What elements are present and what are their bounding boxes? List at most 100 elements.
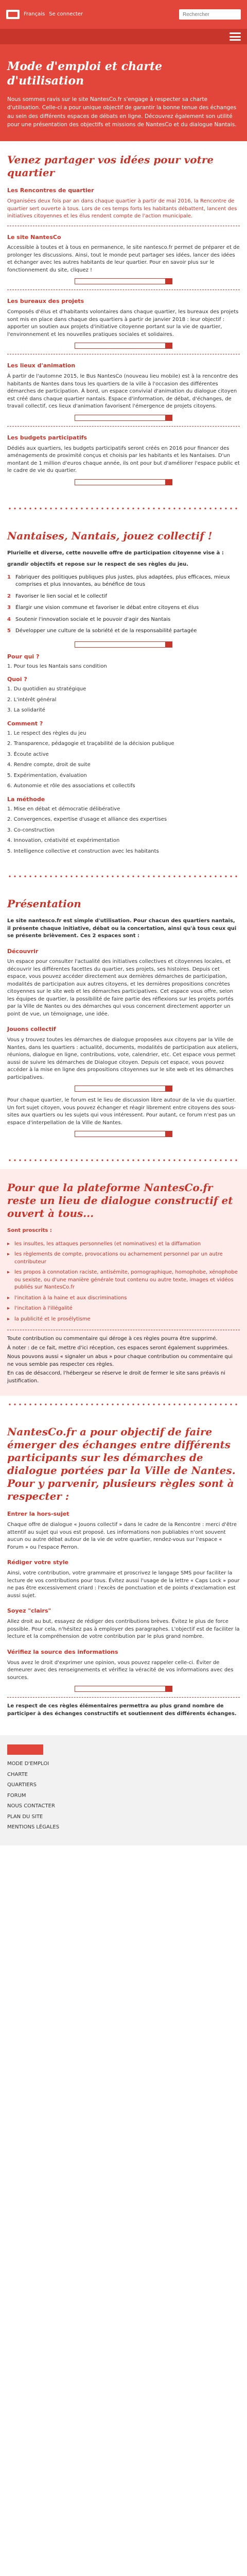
heading-source: Vérifiez la source des informations xyxy=(7,1648,118,1655)
text-budgets: Dédiés aux quartiers, les budgets partic… xyxy=(7,445,240,474)
list-item: 4 Soutenir l'innovation sociale et le pou… xyxy=(7,616,171,622)
section-jouez-collectif: Nantaises, Nantais, jouez collectif ! Pl… xyxy=(0,517,247,868)
top-header: Français Se connecter xyxy=(0,0,247,29)
footer-link-contact[interactable]: NOUS CONTACTER xyxy=(7,1801,240,1812)
heading-comment: Comment ? xyxy=(7,720,43,727)
text-bureaux: Composés d'élus et d'habitants volontair… xyxy=(7,309,239,337)
heading-site: Le site NantesCo xyxy=(7,233,61,241)
menu-icon[interactable] xyxy=(230,32,241,41)
search-input[interactable] xyxy=(179,9,241,20)
expand-button[interactable] xyxy=(75,343,172,349)
heading-style: Rédiger votre style xyxy=(7,1559,69,1566)
text-rencontres: Organisées deux fois par an dans chaque … xyxy=(7,198,237,219)
heading-jouons: Jouons collectif xyxy=(7,1026,56,1033)
footer: MODE D'EMPLOI CHARTE QUARTIERS FORUM NOU… xyxy=(0,1735,247,1845)
login-link[interactable]: Se connecter xyxy=(49,11,83,19)
list-item: l'incitation à la haine et aux discrimin… xyxy=(7,1293,240,1304)
objectives-list: 1 Fabriquer des politiques publiques plus… xyxy=(7,572,240,637)
regles-text: Toute contribution ou commentaire qui dé… xyxy=(7,1336,218,1342)
section-title-presentation: Présentation xyxy=(7,897,81,910)
methode-item: 1. Mise en débat et démocratie délibérat… xyxy=(7,806,120,812)
heading-lieux: Les lieux d'animation xyxy=(7,362,76,369)
footer-link-mode-emploi[interactable]: MODE D'EMPLOI xyxy=(7,1759,240,1770)
comment-item: 4. Rendre compte, droit de suite xyxy=(7,762,91,768)
text-jouons: Vous y trouvez toutes les démarches de d… xyxy=(7,1037,239,1080)
regles-text: Nous pouvons aussi « signaler un abus » … xyxy=(7,1354,233,1367)
dotted-separator xyxy=(7,1401,240,1409)
expand-button[interactable] xyxy=(75,414,172,421)
section-title-collectif: Nantaises, Nantais, jouez collectif ! xyxy=(7,529,213,542)
pour-qui-item: 1. Pour tous les Nantais sans condition xyxy=(7,663,107,669)
heading-pour-qui: Pour qui ? xyxy=(7,653,40,660)
text-clairs: Allez droit au but, essayez de rédiger d… xyxy=(7,1619,240,1640)
collectif-intro: Plurielle et diverse, cette nouvelle off… xyxy=(7,550,224,556)
divider xyxy=(7,426,240,427)
methode-item: 5. Intelligence collective et constructi… xyxy=(7,848,159,854)
expand-button[interactable] xyxy=(75,479,172,485)
expand-button[interactable] xyxy=(75,1131,172,1138)
language-link[interactable]: Français xyxy=(24,11,45,19)
section-title-quartier: Venez partager vos idées pour votre quar… xyxy=(7,154,214,179)
section-regles: Pour que la plateforme NantesCo.fr reste… xyxy=(0,1169,247,1396)
text-decouvrir: Un espace pour consulter l'actualité des… xyxy=(7,959,234,1017)
section-presentation: Présentation Le site nantesco.fr est sim… xyxy=(0,885,247,1151)
comment-item: 3. Écoute active xyxy=(7,751,49,757)
text-style: Ainsi, votre contribution, votre grammai… xyxy=(7,1570,240,1599)
regles-text: À noter : de ce fait, mettre d'ici récep… xyxy=(7,1345,229,1351)
page-title: Mode d'emploi et charte d'utilisation xyxy=(7,60,163,88)
section-objectif: NantesCo.fr a pour objectif de faire éme… xyxy=(0,1413,247,1730)
collectif-sub: grandir objectifs et repose sur le respe… xyxy=(7,562,189,568)
list-item: l'incitation à l'illégalité xyxy=(7,1303,240,1314)
comment-item: 1. Le respect des règles du jeu xyxy=(7,730,86,736)
text-forum: Pour chaque quartier, le forum est le li… xyxy=(7,1097,236,1126)
methode-item: 3. Co-construction xyxy=(7,827,55,833)
interdits-list: les insultes, les attaques personnelles … xyxy=(7,1239,240,1325)
footer-link-forum[interactable]: FORUM xyxy=(7,1791,240,1802)
hero-text: Nous sommes ravis sur le site NantesCo.f… xyxy=(7,96,237,128)
header-left: Français Se connecter xyxy=(6,10,83,19)
divider xyxy=(7,1697,240,1698)
footer-link-charte[interactable]: CHARTE xyxy=(7,1770,240,1781)
list-item: la publicité et le prosélytisme xyxy=(7,1314,240,1325)
list-item: 1 Fabriquer des politiques publiques plus… xyxy=(7,574,230,588)
list-item: 3 Élargir une vision commune et favoriser… xyxy=(7,605,199,611)
section-title-regles: Pour que la plateforme NantesCo.fr reste… xyxy=(7,1181,233,1220)
comment-item: 5. Expérimentation, évaluation xyxy=(7,772,87,778)
expand-button[interactable] xyxy=(75,1086,172,1092)
footer-link-quartiers[interactable]: QUARTIERS xyxy=(7,1780,240,1791)
footer-logo[interactable] xyxy=(7,1744,43,1755)
heading-quoi: Quoi ? xyxy=(7,676,27,683)
heading-rencontres: Les Rencontres de quartier xyxy=(7,187,94,194)
list-item: 2 Favoriser le lien social et le collecti… xyxy=(7,593,107,599)
presentation-intro: Le site nantesco.fr est simple d'utilisa… xyxy=(7,918,237,939)
dotted-separator xyxy=(7,873,240,880)
expand-button[interactable] xyxy=(75,1686,172,1692)
regles-text: En cas de désaccord, l'hébergeur se rése… xyxy=(7,1370,225,1384)
list-item: les règlements de compte, provocations o… xyxy=(7,1249,240,1267)
methode-item: 4. Innovation, créativité et expérimenta… xyxy=(7,838,120,843)
interdits-title: Sont proscrits : xyxy=(7,1228,52,1234)
dotted-separator xyxy=(7,504,240,512)
expand-button[interactable] xyxy=(75,641,172,648)
quoi-item: 2. L'intérêt général xyxy=(7,697,57,703)
dotted-separator xyxy=(7,1157,240,1164)
nantes-logo[interactable] xyxy=(6,10,20,19)
text-lieux: À partir de l'automne 2015, le Bus Nante… xyxy=(7,374,238,410)
heading-budgets: Les budgets participatifs xyxy=(7,434,87,441)
quoi-item: 3. La solidarité xyxy=(7,707,45,714)
heading-bureaux: Les bureaux des projets xyxy=(7,298,84,305)
heading-decouvrir: Découvrir xyxy=(7,947,39,955)
section-quartier: Venez partager vos idées pour votre quar… xyxy=(0,141,247,500)
footer-link-plan[interactable]: PLAN DU SITE xyxy=(7,1812,240,1823)
heading-methode: La méthode xyxy=(7,795,45,803)
expand-button[interactable] xyxy=(75,278,172,285)
footer-link-mentions[interactable]: MENTIONS LÉGALES xyxy=(7,1822,240,1833)
hero-section: Mode d'emploi et charte d'utilisation No… xyxy=(0,44,247,142)
list-item: les propos à connotation raciste, antisé… xyxy=(7,1267,240,1293)
heading-hors-sujet: Entrer la hors-sujet xyxy=(7,1511,69,1518)
comment-item: 6. Autonomie et rôle des associations et… xyxy=(7,783,135,789)
list-item: les insultes, les attaques personnelles … xyxy=(7,1239,240,1250)
quoi-item: 1. Du quotidien au stratégique xyxy=(7,686,86,692)
methode-item: 2. Convergences, expertise d'usage et al… xyxy=(7,817,167,822)
comment-item: 2. Transparence, pédagogie et traçabilit… xyxy=(7,741,174,747)
